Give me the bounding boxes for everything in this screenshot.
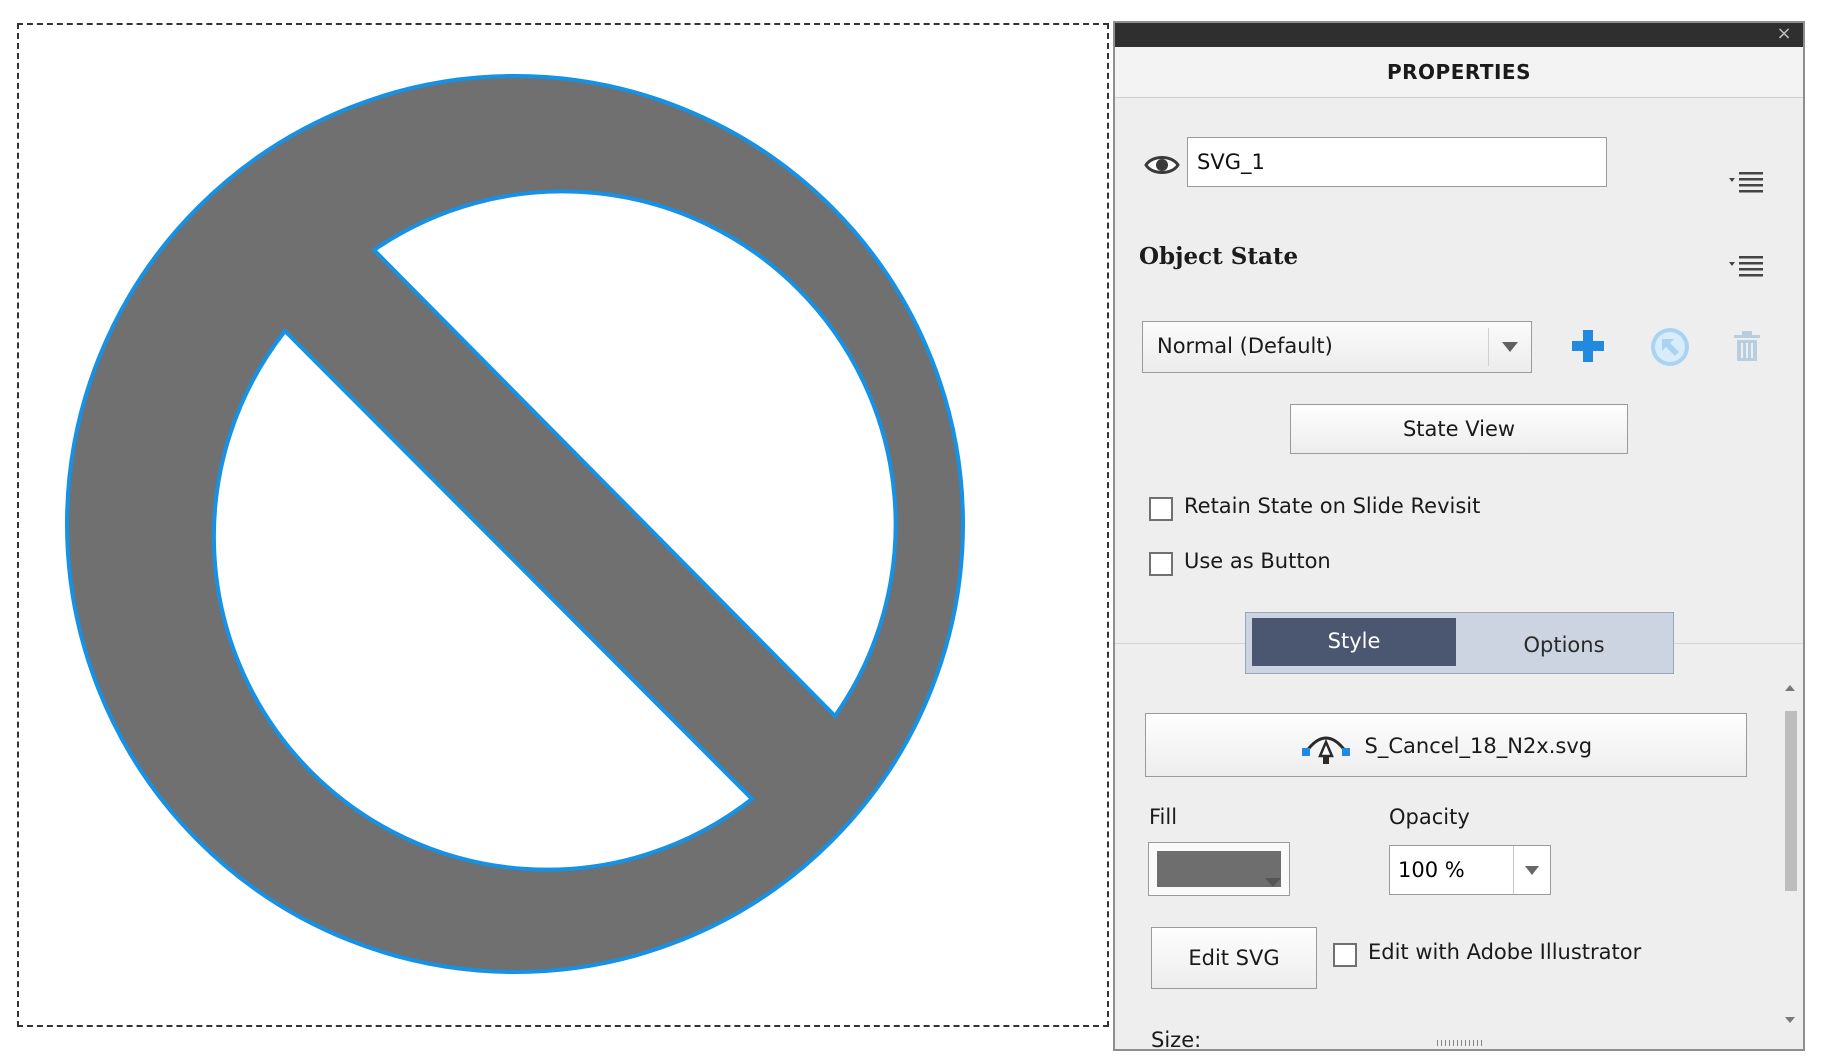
- panel-titlebar: ×: [1115, 23, 1803, 47]
- chevron-down-icon: [1265, 878, 1281, 887]
- checkbox-box[interactable]: [1149, 497, 1173, 521]
- opacity-label: Opacity: [1389, 805, 1470, 829]
- object-state-menu-icon[interactable]: [1727, 253, 1767, 279]
- svg-object[interactable]: [19, 25, 1111, 1029]
- close-icon[interactable]: ×: [1775, 24, 1793, 44]
- use-as-button-label: Use as Button: [1184, 549, 1331, 573]
- delete-state-icon[interactable]: [1731, 329, 1763, 363]
- retain-state-label: Retain State on Slide Revisit: [1184, 494, 1481, 518]
- panel-scrollbar[interactable]: [1781, 681, 1799, 1049]
- state-view-button[interactable]: State View: [1290, 404, 1628, 454]
- object-name-input[interactable]: [1187, 137, 1607, 187]
- checkbox-box[interactable]: [1149, 552, 1173, 576]
- fill-color-picker[interactable]: [1148, 842, 1290, 896]
- chevron-down-icon: [1502, 342, 1518, 352]
- opacity-dropdown-arrow-icon[interactable]: [1513, 846, 1550, 894]
- object-state-heading: Object State: [1139, 243, 1299, 270]
- checkbox-box[interactable]: [1333, 943, 1357, 967]
- edit-svg-button[interactable]: Edit SVG: [1151, 927, 1317, 989]
- resize-grip[interactable]: [1437, 1040, 1483, 1046]
- tab-options[interactable]: Options: [1462, 618, 1666, 666]
- svg-file-name: S_Cancel_18_N2x.svg: [1364, 734, 1593, 758]
- scroll-down-arrow-icon[interactable]: [1785, 1017, 1795, 1023]
- dropdown-separator: [1488, 328, 1489, 366]
- opacity-input[interactable]: [1390, 846, 1514, 894]
- fill-color-swatch: [1157, 851, 1281, 887]
- stage-canvas[interactable]: [17, 23, 1109, 1027]
- tab-style[interactable]: Style: [1252, 618, 1456, 666]
- edit-with-illustrator-label: Edit with Adobe Illustrator: [1368, 940, 1642, 964]
- prohibited-sign-icon[interactable]: [64, 74, 966, 974]
- eye-icon[interactable]: [1144, 152, 1180, 178]
- panel-title: PROPERTIES: [1115, 47, 1803, 98]
- size-label: Size:: [1151, 1028, 1202, 1051]
- svg-file-button[interactable]: S_Cancel_18_N2x.svg: [1145, 713, 1747, 777]
- scroll-up-arrow-icon[interactable]: [1785, 685, 1795, 691]
- opacity-combobox[interactable]: [1389, 845, 1551, 895]
- panel-menu-icon[interactable]: [1727, 169, 1767, 195]
- go-to-state-icon[interactable]: [1648, 325, 1692, 369]
- properties-panel: × PROPERTIES Object State Normal (Defaul…: [1113, 21, 1805, 1051]
- scrollbar-thumb[interactable]: [1785, 711, 1797, 891]
- pen-tool-icon: [1301, 736, 1350, 764]
- style-options-tabs: Style Options: [1245, 612, 1674, 674]
- fill-label: Fill: [1149, 805, 1178, 829]
- add-state-icon[interactable]: [1570, 328, 1606, 364]
- state-dropdown-value: Normal (Default): [1157, 334, 1333, 358]
- state-dropdown[interactable]: Normal (Default): [1142, 321, 1532, 373]
